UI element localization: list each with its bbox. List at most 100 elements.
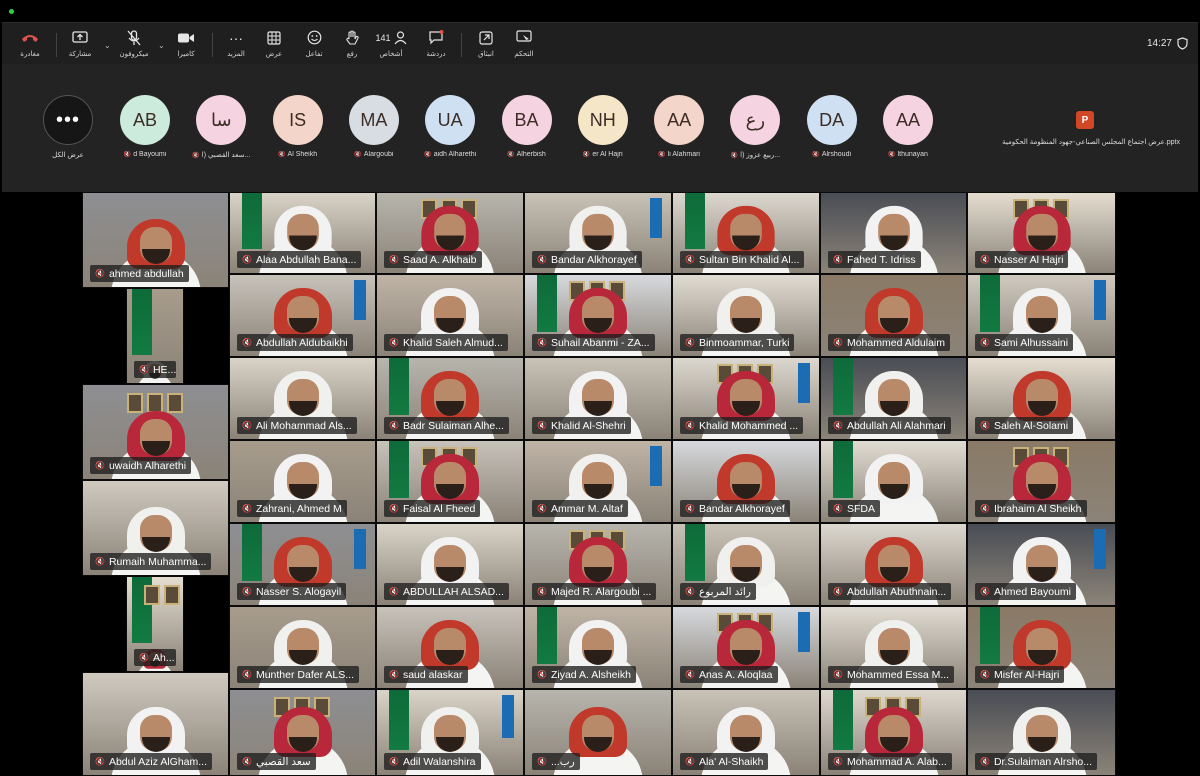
video-tile[interactable]: 🔇 Faisal Al Fheed xyxy=(376,440,524,523)
video-tile[interactable]: 🔇 Munther Dafer ALS... xyxy=(229,606,376,689)
video-tile[interactable]: 🔇 saud alaskar xyxy=(376,606,524,689)
participant-avatar-item[interactable]: رع 🔇 ربيع عزوز (ا... xyxy=(720,95,790,165)
banner-decor xyxy=(1094,528,1107,570)
chevron-down-icon[interactable]: ⌄ xyxy=(104,41,111,50)
participant-label: 🔇 Saleh Al-Solami xyxy=(975,417,1074,434)
participant-avatar-item[interactable]: AA 🔇 lthunayan xyxy=(873,95,943,165)
popout-button[interactable]: انبثاق xyxy=(466,29,506,61)
video-tile[interactable]: 🔇 Suhail Abanmi - ZA... xyxy=(524,274,672,357)
video-tile[interactable]: 🔇 SFDA xyxy=(820,440,967,523)
participant-name: ahmed abdullah xyxy=(108,267,184,280)
video-tile[interactable]: 🔇 Khalid Al-Shehri xyxy=(524,357,672,440)
video-tile[interactable]: 🔇 Nasser Al Hajri xyxy=(967,192,1116,274)
video-tile[interactable]: 🔇 Zahrani, Ahmed M xyxy=(229,440,376,523)
video-tile[interactable]: 🔇 Alaa Abdullah Bana... xyxy=(229,192,376,274)
participant-label: 🔇 Abdul Aziz AlGham... xyxy=(90,753,213,770)
leave-label: مغادرة xyxy=(20,51,40,58)
video-tile[interactable]: 🔇 Sami Alhussaini xyxy=(967,274,1116,357)
window-status-dot[interactable] xyxy=(9,9,14,14)
more-button[interactable]: ··· المزيد xyxy=(216,29,256,61)
video-tile[interactable]: 🔇 Ah... xyxy=(126,576,184,672)
video-tile[interactable]: 🔇 Ibrahaim Al Sheikh xyxy=(967,440,1116,523)
participant-label: 🔇 Ah... xyxy=(134,649,176,666)
participant-avatar-item[interactable]: UA 🔇 aidh Alharethi xyxy=(415,95,485,165)
video-tile[interactable]: 🔇 Khalid Saleh Almud... xyxy=(376,274,524,357)
video-tile[interactable]: 🔇 Binmoammar, Turki xyxy=(672,274,820,357)
mic-muted-icon: 🔇 xyxy=(389,255,399,264)
video-tile[interactable]: 🔇 Saleh Al-Solami xyxy=(967,357,1116,440)
video-tile[interactable]: 🔇 Ziyad A. Alsheikh xyxy=(524,606,672,689)
video-tile[interactable]: 🔇 سعد القصبي xyxy=(229,689,376,776)
participant-name: Dr.Sulaiman Alrsho... xyxy=(993,755,1093,768)
chevron-down-icon[interactable]: ⌄ xyxy=(158,41,165,50)
participant-name: Ziyad A. Alsheikh xyxy=(550,668,631,681)
leave-button[interactable]: مغادرة xyxy=(10,29,50,61)
video-tile[interactable]: 🔇 uwaidh Alharethi xyxy=(82,384,229,480)
video-tile[interactable]: 🔇 Badr Sulaiman Alhe... xyxy=(376,357,524,440)
powerpoint-icon: P xyxy=(1076,111,1094,129)
microphone-button[interactable]: ميكروفون xyxy=(114,29,154,61)
video-tile[interactable]: 🔇 Bandar Alkhorayef xyxy=(672,440,820,523)
video-tile[interactable]: 🔇 Bandar Alkhorayef xyxy=(524,192,672,274)
shared-file-name: عرض اجتماع المجلس الصناعي-جهود المنظومة … xyxy=(1002,139,1180,146)
control-button[interactable]: التحكم xyxy=(504,29,544,61)
video-tile[interactable]: 🔇 Mohammed Essa M... xyxy=(820,606,967,689)
video-tile[interactable]: 🔇 Majed R. Alargoubi ... xyxy=(524,523,672,606)
video-tile[interactable]: 🔇 Nasser S. Alogayil xyxy=(229,523,376,606)
video-tile[interactable]: 🔇 Abdul Aziz AlGham... xyxy=(82,672,229,776)
mic-muted-icon: 🔇 xyxy=(833,338,843,347)
view-button[interactable]: عرض xyxy=(254,29,294,61)
control-label: التحكم xyxy=(514,51,534,58)
participant-avatar-item[interactable]: NH 🔇 er Al Hajri xyxy=(568,95,638,165)
participant-name: Binmoammar, Turki xyxy=(698,336,790,349)
video-tile[interactable]: 🔇 Rumaih Muhamma... xyxy=(82,480,229,576)
participant-avatar-item[interactable]: AB 🔇 d Bayoumi xyxy=(110,95,180,165)
participant-avatar-item[interactable]: AA 🔇 li Alahmari xyxy=(644,95,714,165)
video-tile[interactable]: 🔇 Ammar M. Altaf xyxy=(524,440,672,523)
camera-button[interactable]: كاميرا xyxy=(166,29,206,61)
video-tile[interactable]: 🔇 HE... xyxy=(126,288,184,384)
view-all-button[interactable]: ••• عرض الكل xyxy=(33,95,103,165)
people-button[interactable]: 141 أشخاص xyxy=(368,29,414,61)
video-tile[interactable]: 🔇 Abdullah Ali Alahmari xyxy=(820,357,967,440)
chat-button[interactable]: دردشة xyxy=(416,29,456,61)
participant-avatar-item[interactable]: BA 🔇 Alherbish xyxy=(492,95,562,165)
shield-icon[interactable] xyxy=(1177,37,1188,50)
more-label: المزيد xyxy=(227,51,245,58)
video-tile[interactable]: 🔇 Sultan Bin Khalid Al... xyxy=(672,192,820,274)
participant-avatar-item[interactable]: MA 🔇 Alargoubi xyxy=(339,95,409,165)
video-tile[interactable]: 🔇 Misfer Al-Hajri xyxy=(967,606,1116,689)
video-tile[interactable]: 🔇 Ahmed Bayoumi xyxy=(967,523,1116,606)
raise-hand-button[interactable]: رفع xyxy=(332,29,372,61)
participant-label: 🔇 Ahmed Bayoumi xyxy=(975,583,1077,600)
video-tile[interactable]: 🔇 Abdullah Abuthnain... xyxy=(820,523,967,606)
participant-avatar-item[interactable]: سا 🔇 سعد القصبي (ا... xyxy=(186,95,256,165)
mic-muted-icon: 🔇 xyxy=(95,557,105,566)
video-tile[interactable]: 🔇 Adil Walanshira xyxy=(376,689,524,776)
video-tile[interactable]: 🔇 Ali Mohammad Als... xyxy=(229,357,376,440)
participant-avatar-item[interactable]: IS 🔇 Al Sheikh xyxy=(263,95,333,165)
react-button[interactable]: تفاعل xyxy=(294,29,334,61)
mic-muted-icon: 🔇 xyxy=(980,757,990,766)
video-tile[interactable]: 🔇 Abdullah Aldubaikhi xyxy=(229,274,376,357)
mic-muted-icon: 🔇 xyxy=(980,587,990,596)
video-tile[interactable]: 🔇 Mohammed Aldulaim xyxy=(820,274,967,357)
video-tile[interactable]: 🔇 Anas A. Aloqlaa xyxy=(672,606,820,689)
video-tile[interactable]: 🔇 Mohammad A. Alab... xyxy=(820,689,967,776)
video-tile[interactable]: 🔇 Ala' Al-Shaikh xyxy=(672,689,820,776)
video-tile[interactable]: 🔇 Dr.Sulaiman Alrsho... xyxy=(967,689,1116,776)
participant-avatar-item[interactable]: DA 🔇 Alrshoudi xyxy=(797,95,867,165)
video-tile[interactable]: 🔇 رائد المربوع xyxy=(672,523,820,606)
video-tile[interactable]: 🔇 ahmed abdullah xyxy=(82,192,229,288)
participant-name: Majed R. Alargoubi ... xyxy=(550,585,652,598)
share-button[interactable]: مشاركة xyxy=(60,29,100,61)
participant-label: 🔇 Alaa Abdullah Bana... xyxy=(237,251,362,268)
video-tile[interactable]: 🔇 Khalid Mohammed ... xyxy=(672,357,820,440)
video-tile[interactable]: 🔇 Saad A. Alkhaib xyxy=(376,192,524,274)
video-tile[interactable]: 🔇 ...رب xyxy=(524,689,672,776)
video-tile[interactable]: 🔇 Fahed T. Idriss xyxy=(820,192,967,274)
participant-name-text: Al Sheikh xyxy=(287,151,318,158)
mic-muted-icon: 🔇 xyxy=(685,421,695,430)
camera-icon xyxy=(178,33,194,42)
video-tile[interactable]: 🔇 ABDULLAH ALSAD... xyxy=(376,523,524,606)
